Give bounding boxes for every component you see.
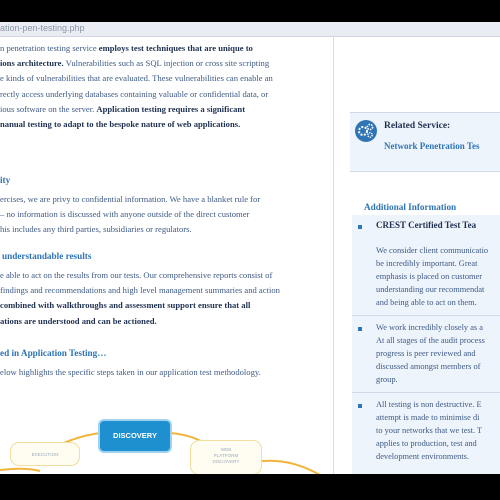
methodology-diagram: DISCOVERY EXECUTION WEB PLATFORM DISCOVE…	[0, 415, 333, 474]
intro-line-4: rectly access underlying databases conta…	[0, 88, 269, 99]
steps-paragraph: elow highlights the specific steps taken…	[0, 365, 333, 380]
intro-bold-6: nanual testing to adapt to the bespoke n…	[0, 119, 241, 130]
info-item-1-line-5: and being able to act on them.	[376, 298, 477, 307]
info-separator	[352, 392, 500, 393]
info-item-1-line-2: be incredibly important. Great	[376, 259, 478, 268]
address-bar[interactable]: ation-pen-testing.php	[0, 22, 500, 37]
web-platform-discovery-node[interactable]: WEB PLATFORM DISCOVERY	[190, 440, 262, 474]
intro-bold-1: employs test techniques that are unique …	[98, 43, 253, 53]
confidentiality-paragraph: ercises, we are privy to confidential in…	[0, 192, 333, 238]
info-item-2-line-5: group.	[376, 375, 398, 384]
bullet-icon	[358, 327, 362, 331]
info-item-3-line-3: to your networks that we test. T	[376, 426, 483, 435]
confidentiality-line-1: ercises, we are privy to confidential in…	[0, 194, 261, 204]
bullet-icon	[358, 225, 362, 229]
info-item-3-line-4: applies to production, test and	[376, 439, 477, 448]
related-service-link[interactable]: Network Penetration Tes	[384, 141, 480, 151]
info-item-1-line-4: understanding our recommendat	[376, 285, 485, 294]
info-item-2-line-3: progress is peer reviewed and	[376, 349, 476, 358]
intro-bold-2: ions architecture.	[0, 58, 64, 69]
intro-line-3: e kinds of vulnerabilities that are eval…	[0, 73, 273, 84]
sidebar: Related Service: Network Penetration Tes…	[334, 37, 500, 474]
discovery-node[interactable]: DISCOVERY	[100, 421, 170, 451]
results-line-2: findings and recommendations and high le…	[0, 285, 280, 296]
steps-heading: ed in Application Testing…	[0, 348, 107, 358]
browser-viewport: ation-pen-testing.php n penetration test…	[0, 22, 500, 474]
execution-node[interactable]: EXECUTION	[10, 442, 80, 466]
diagram-arc-bottom-left	[0, 467, 41, 472]
info-item-1-line-3: emphasis is placed on customer	[376, 272, 483, 281]
bullet-icon	[358, 404, 362, 408]
results-heading: understandable results	[2, 251, 92, 261]
intro-paragraph: n penetration testing service employs te…	[0, 41, 333, 132]
info-item-2-line-2: At all stages of the audit process	[376, 336, 485, 345]
info-item-2-line-1: We work incredibly closely as a	[376, 323, 484, 332]
confidentiality-heading: ity	[0, 175, 11, 185]
related-service-title: Related Service:	[384, 121, 451, 131]
info-item-3-line-1: All testing is non destructive. E	[376, 400, 482, 409]
results-line-1: e able to act on the results from our te…	[0, 270, 273, 280]
info-item-1-line-1: We consider client communicatio	[376, 246, 489, 255]
additional-info-heading: Additional Information	[364, 202, 457, 212]
intro-text-2: Vulnerabilities such as SQL injection or…	[63, 58, 270, 69]
intro-line-5: ious software on the server.	[0, 103, 97, 114]
info-separator	[352, 315, 500, 316]
additional-info-panel: CREST Certified Test Tea We consider cli…	[352, 215, 500, 474]
related-service-box: Related Service: Network Penetration Tes	[350, 112, 500, 172]
results-paragraph: e able to act on the results from our te…	[0, 268, 333, 329]
results-bold-3: combined with walkthroughs and assessmen…	[0, 300, 251, 311]
info-item-2-line-4: discussed amongst members of	[376, 362, 481, 371]
url-text: ation-pen-testing.php	[0, 23, 85, 33]
info-item-title: CREST Certified Test Tea	[376, 220, 477, 230]
intro-text-1: n penetration testing service	[0, 43, 99, 53]
main-content: n penetration testing service employs te…	[0, 37, 333, 474]
info-item-3-line-2: attempt is made to minimise di	[376, 413, 480, 422]
info-item-3-line-5: development environments.	[376, 452, 470, 461]
intro-bold-5: Application testing requires a significa…	[96, 103, 246, 114]
confidentiality-line-2: – no information is discussed with anyon…	[0, 209, 250, 220]
steps-line-1: elow highlights the specific steps taken…	[0, 367, 261, 377]
gear-icon	[355, 120, 377, 142]
confidentiality-line-3: his includes any third parties, subsidia…	[0, 224, 192, 235]
results-bold-4: ations are understood and can be actione…	[0, 315, 157, 326]
